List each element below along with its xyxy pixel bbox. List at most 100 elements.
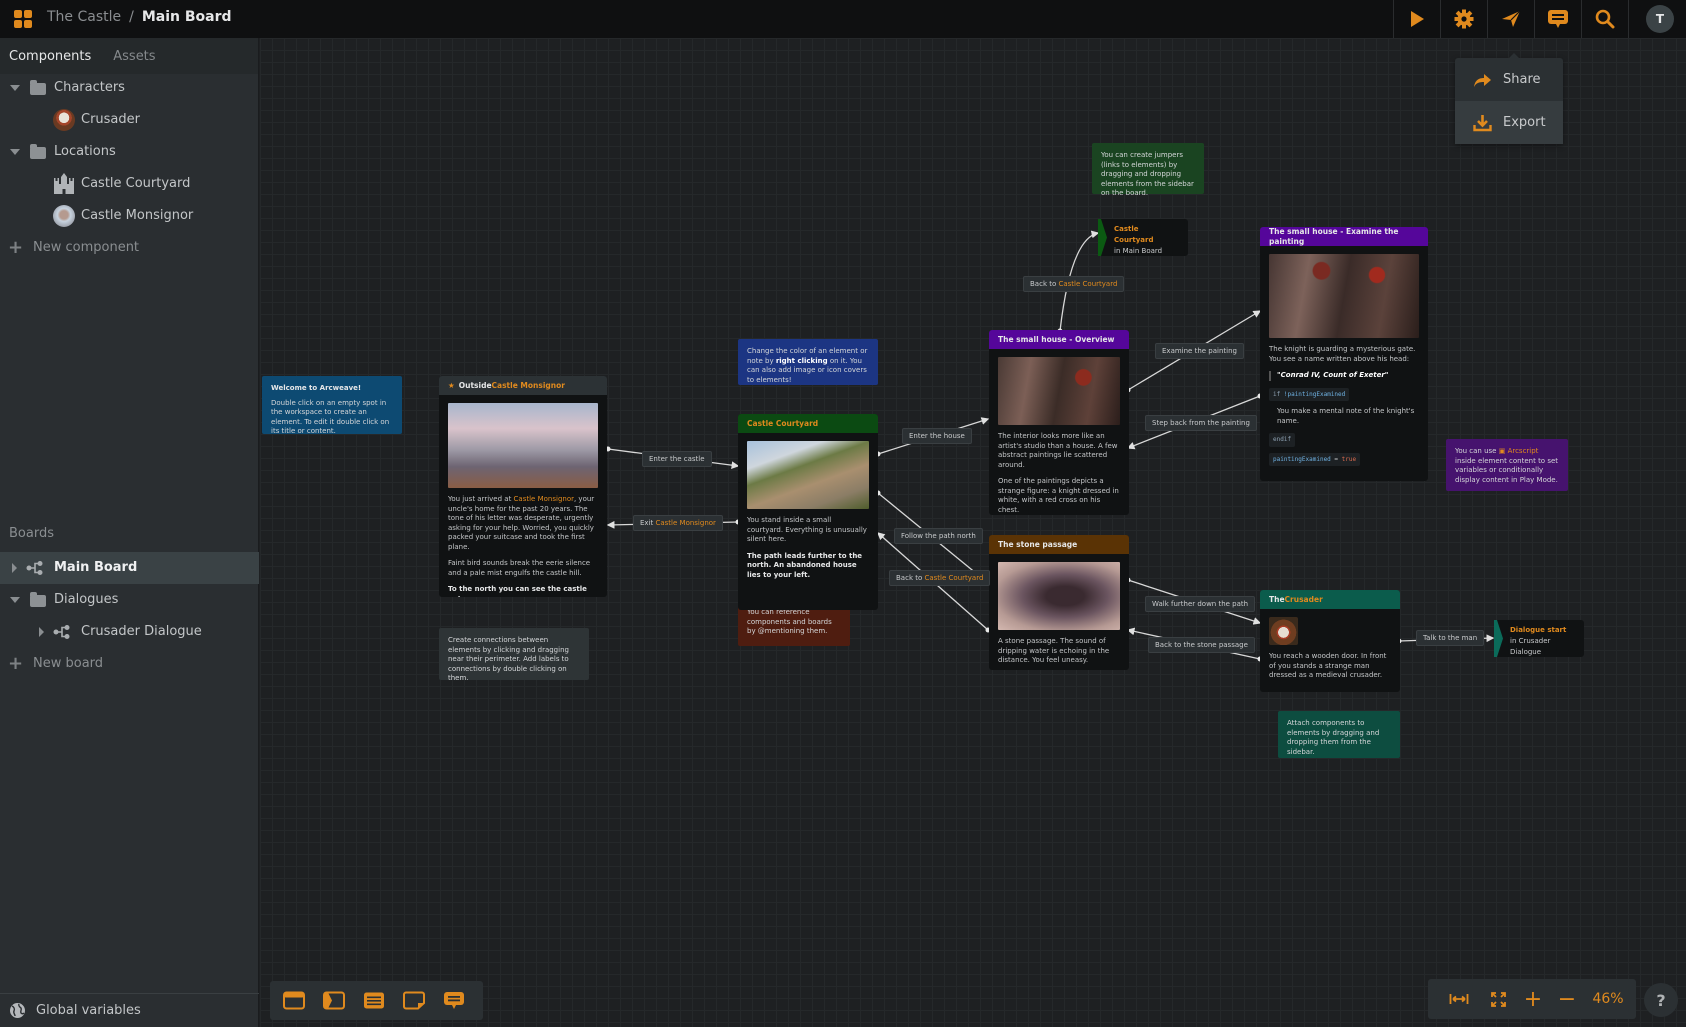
tree-folder-dialogues[interactable]: Dialogues [0,584,259,616]
search-button[interactable] [1581,0,1627,38]
label-back-jumper[interactable]: Back to Castle Courtyard [1023,276,1125,292]
element-castle-courtyard[interactable]: Castle Courtyard You stand inside a smal… [738,414,878,610]
sidebar: Components Assets Characters Crusader Lo… [0,38,259,1027]
crusader-attachment[interactable] [1269,617,1298,645]
element-title: The [1269,594,1285,604]
element-header[interactable]: ★ Outside Castle Monsignor [439,376,607,395]
courtyard-cover-image [747,441,869,509]
help-button[interactable]: ? [1644,983,1678,1017]
element-header[interactable]: The stone passage [989,535,1129,554]
note-text: You can use [1455,447,1499,455]
tree-component-crusader[interactable]: Crusader [0,104,259,136]
share-menu: Share Export [1455,53,1563,144]
board-canvas[interactable]: Welcome to Arcweave! Double click on an … [260,38,1686,1027]
element-stone-passage[interactable]: The stone passage A stone passage. The s… [989,535,1129,670]
app-menu-icon[interactable] [14,10,32,28]
label-enter-castle[interactable]: Enter the castle [642,451,712,467]
plus-icon: + [8,237,24,258]
fit-width-button[interactable] [1444,979,1474,1019]
zoom-in-button[interactable]: + [1518,979,1548,1019]
note-color-tip[interactable]: Change the color of an element or note b… [738,339,878,385]
share-button[interactable] [1487,0,1533,38]
comments-button[interactable] [1534,0,1580,38]
note-tool-icon[interactable] [403,991,425,1010]
code-variable: !paintingExamined [1283,390,1346,398]
comment-tool-icon[interactable] [443,991,465,1010]
zoom-out-button[interactable]: − [1552,979,1582,1019]
tree-label: Castle Monsignor [81,208,194,223]
label-follow-path[interactable]: Follow the path north [894,528,983,544]
chevron-down-icon[interactable] [10,149,20,155]
jumper-tool-icon[interactable] [323,991,345,1010]
tree-board-main-board[interactable]: Main Board [0,552,259,584]
label-step-back[interactable]: Step back from the painting [1145,415,1257,431]
menu-item-label: Share [1503,72,1541,87]
tree-component-castle-monsignor[interactable]: Castle Monsignor [0,200,259,232]
tree-label: Characters [54,80,125,95]
element-text: Faint bird sounds break the eerie silenc… [448,559,591,577]
new-board-button[interactable]: + New board [0,648,259,680]
element-tool-icon[interactable] [283,991,305,1010]
jumper-dialogue-start[interactable]: Dialogue start in Crusader Dialogue [1494,620,1584,657]
label-back-stone[interactable]: Back to the stone passage [1148,637,1255,653]
chevron-down-icon[interactable] [10,597,20,603]
tree-folder-locations[interactable]: Locations [0,136,259,168]
tree-folder-characters[interactable]: Characters [0,72,259,104]
global-variables-button[interactable]: Global variables [0,993,259,1027]
component-mention[interactable]: Castle Monsignor [492,381,565,391]
element-examine-painting[interactable]: The small house - Examine the painting T… [1260,227,1428,481]
label-walk-further[interactable]: Walk further down the path [1145,596,1256,612]
element-header[interactable]: The Crusader [1260,590,1400,609]
note-welcome[interactable]: Welcome to Arcweave! Double click on an … [262,376,402,435]
user-avatar[interactable]: T [1646,5,1674,33]
component-mention[interactable]: Crusader [1285,595,1323,605]
chevron-right-icon[interactable] [12,563,17,573]
fullscreen-button[interactable] [1483,979,1513,1019]
element-outside-castle[interactable]: ★ Outside Castle Monsignor You just arriv… [439,376,607,597]
tab-components[interactable]: Components [9,49,91,64]
chevron-down-icon[interactable] [10,85,20,91]
component-mention[interactable]: Castle Monsignor [514,495,574,503]
arcscript-link[interactable]: ▣ Arcscript [1499,447,1539,455]
code-keyword: if [1273,390,1281,398]
element-header[interactable]: The small house - Examine the painting [1260,227,1428,246]
folder-icon [30,80,46,95]
element-header[interactable]: Castle Courtyard [738,414,878,433]
tree-board-crusader-dialogue[interactable]: Crusader Dialogue [0,616,259,648]
sidebar-tabs: Components Assets [0,38,258,74]
note-jumper-tip[interactable]: You can create jumpers (links to element… [1092,143,1204,197]
play-button[interactable] [1393,0,1439,38]
note-arcscript-tip[interactable]: You can use ▣ Arcscript inside element c… [1446,439,1568,491]
note-attach-tip[interactable]: Attach components to elements by draggin… [1278,711,1400,758]
chevron-right-icon[interactable] [39,627,44,637]
globe-icon [10,1003,25,1018]
component-mention[interactable]: Castle Monsignor [655,519,715,527]
menu-item-share[interactable]: Share [1455,58,1563,101]
settings-button[interactable] [1440,0,1486,38]
label-exit-castle[interactable]: Exit Castle Monsignor [633,515,723,531]
breadcrumb-project[interactable]: The Castle [47,9,121,25]
tree-component-castle-courtyard[interactable]: Castle Courtyard [0,168,259,200]
element-header[interactable]: The small house - Overview [989,330,1129,349]
label-examine-painting[interactable]: Examine the painting [1155,343,1244,359]
zoom-level: 46% [1592,991,1624,1007]
jumper-castle-courtyard[interactable]: Castle Courtyard in Main Board [1098,219,1188,256]
element-small-house-overview[interactable]: The small house - Overview The interior … [989,330,1129,515]
label-talk[interactable]: Talk to the man [1416,630,1485,646]
note-connections-tip[interactable]: Create connections between elements by c… [439,628,589,682]
tree-label: Crusader Dialogue [81,624,202,639]
note-text: inside element content to set variables … [1455,456,1559,484]
download-icon [1473,114,1492,131]
element-crusader[interactable]: The Crusader You reach a wooden door. In… [1260,590,1400,692]
branch-tool-icon[interactable] [363,991,385,1010]
component-mention[interactable]: Castle Courtyard [1058,280,1117,288]
tree-label: Main Board [54,560,138,575]
arcscript-if-block: if !paintingExamined [1269,387,1350,401]
component-mention[interactable]: Castle Courtyard [924,574,983,582]
tab-assets[interactable]: Assets [113,49,155,64]
label-enter-house[interactable]: Enter the house [902,428,972,444]
menu-item-export[interactable]: Export [1455,101,1563,144]
new-component-button[interactable]: + New component [0,232,259,264]
menu-item-label: Export [1503,115,1546,130]
label-back-courtyard[interactable]: Back to Castle Courtyard [889,570,991,586]
